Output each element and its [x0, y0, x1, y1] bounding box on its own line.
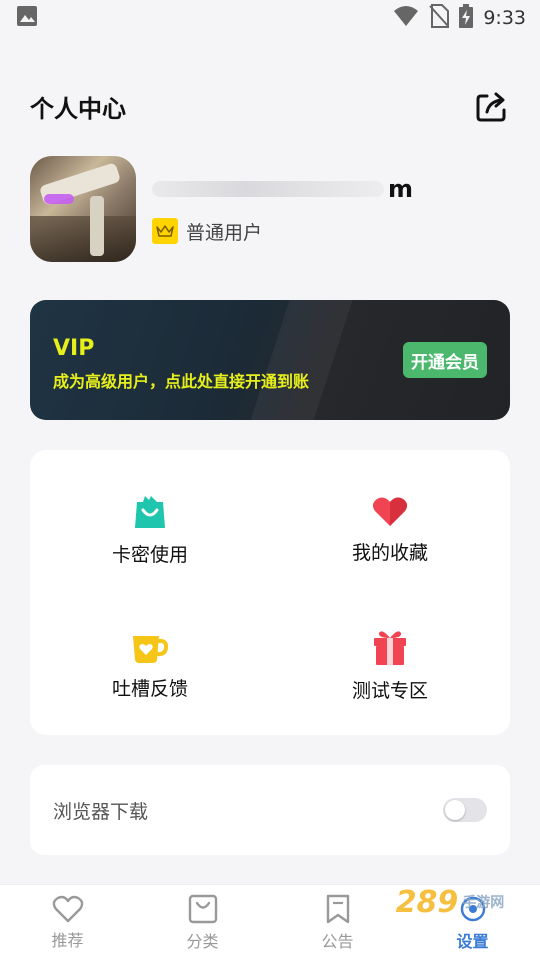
nav-label: 设置	[456, 931, 489, 951]
toggle-knob	[445, 800, 465, 820]
shopping-bag-icon	[135, 495, 165, 528]
open-membership-button[interactable]: 开通会员	[403, 342, 487, 378]
grid-label: 吐槽反馈	[111, 677, 188, 700]
test-zone-item[interactable]: 测试专区	[270, 605, 510, 725]
grid-label: 卡密使用	[111, 543, 188, 566]
page-title: 个人中心	[30, 94, 126, 123]
coffee-cup-icon	[133, 635, 169, 663]
nav-item-announcement[interactable]: 公告	[270, 885, 405, 960]
browser-download-toggle[interactable]	[443, 798, 487, 822]
settings-icon	[460, 896, 485, 921]
vip-banner[interactable]: VIP 成为高级用户，点此处直接开通到账 开通会员	[30, 300, 510, 420]
bottom-nav: 推荐 分类 公告 设置	[0, 884, 540, 960]
bookmark-outline-icon	[326, 894, 349, 923]
username-tail: m	[388, 174, 414, 203]
status-bar: 9:33	[0, 0, 540, 36]
gift-icon	[374, 630, 406, 665]
profile-section: m 普通用户	[30, 156, 510, 262]
feature-grid: 卡密使用 我的收藏 吐槽反馈 测试专区	[30, 450, 510, 735]
favorites-item[interactable]: 我的收藏	[270, 470, 510, 590]
user-role: 普通用户	[186, 221, 263, 244]
vip-description: 成为高级用户，点此处直接开通到账	[53, 372, 310, 391]
heart-outline-icon	[52, 895, 83, 922]
heart-icon	[372, 497, 408, 526]
nav-label: 推荐	[51, 930, 84, 950]
image-icon	[16, 5, 38, 31]
no-sim-icon	[429, 4, 450, 32]
username: m	[152, 174, 413, 204]
feedback-item[interactable]: 吐槽反馈	[30, 605, 270, 725]
share-icon	[476, 92, 506, 122]
avatar[interactable]	[30, 156, 136, 262]
vip-title: VIP	[53, 336, 95, 361]
nav-item-recommend[interactable]: 推荐	[0, 885, 135, 960]
wifi-icon	[393, 5, 419, 31]
grid-label: 测试专区	[351, 679, 428, 702]
grid-label: 我的收藏	[351, 541, 428, 564]
card-redeem-item[interactable]: 卡密使用	[30, 470, 270, 590]
crown-icon	[152, 218, 178, 244]
browser-download-label: 浏览器下载	[53, 800, 149, 823]
status-time: 9:33	[483, 7, 526, 29]
username-redacted	[152, 180, 384, 197]
header: 个人中心	[30, 86, 510, 126]
battery-charging-icon	[459, 4, 474, 32]
nav-item-settings[interactable]: 设置	[405, 885, 540, 960]
nav-label: 公告	[321, 931, 354, 951]
nav-item-category[interactable]: 分类	[135, 885, 270, 960]
bag-outline-icon	[188, 894, 217, 923]
browser-download-setting: 浏览器下载	[30, 765, 510, 855]
nav-label: 分类	[186, 931, 219, 951]
share-button[interactable]	[474, 88, 510, 124]
